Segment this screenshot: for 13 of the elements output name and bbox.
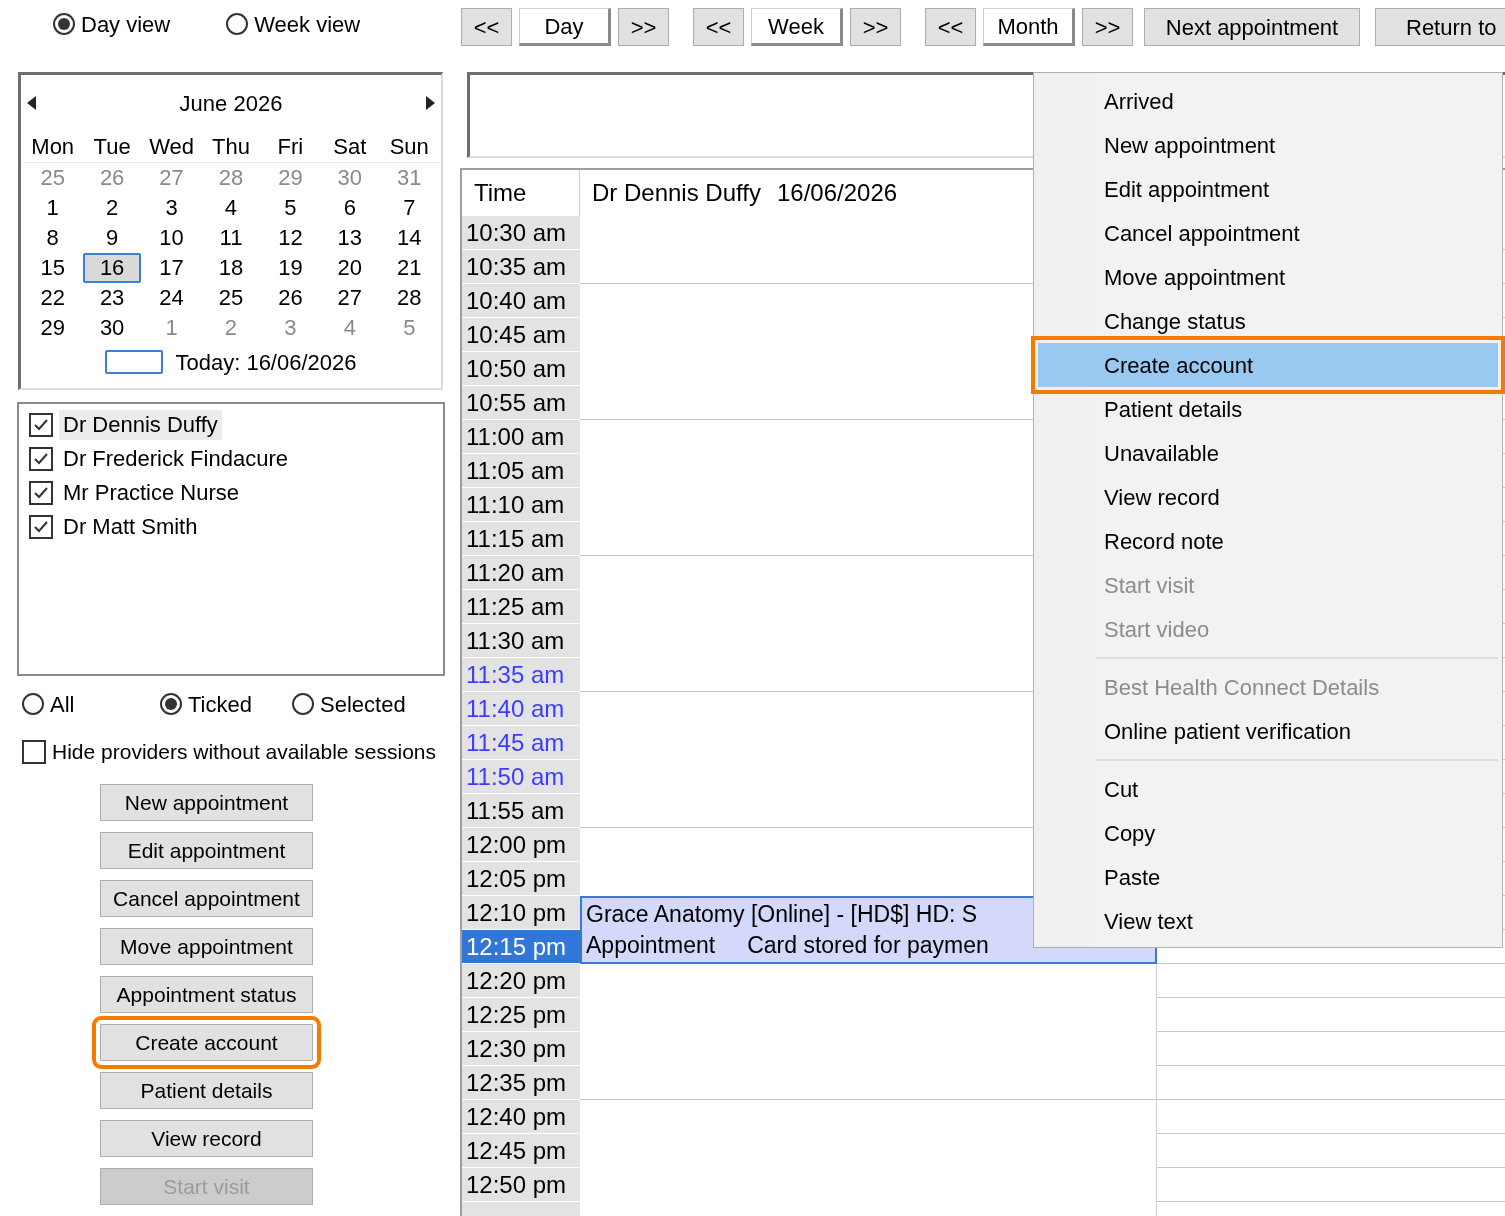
provider-header: Dr Dennis Duffy	[592, 178, 761, 208]
weekday-label: Tue	[92, 133, 132, 161]
month-title: June 2026	[179, 89, 283, 118]
appointment-text: Card stored for paymen	[747, 930, 989, 960]
weekday-label: Sat	[332, 133, 368, 161]
appointment-text: Grace Anatomy [Online] - [HD$] HD: S	[586, 899, 978, 929]
weekday-label: Mon	[30, 133, 76, 161]
weekday-label: Wed	[148, 133, 195, 161]
appointment-text: Appointment	[586, 930, 716, 960]
date-header: 16/06/2026	[776, 178, 898, 208]
weekday-label: Fri	[276, 133, 305, 161]
weekday-label: Thu	[211, 133, 251, 161]
weekday-label: Sun	[388, 133, 430, 161]
